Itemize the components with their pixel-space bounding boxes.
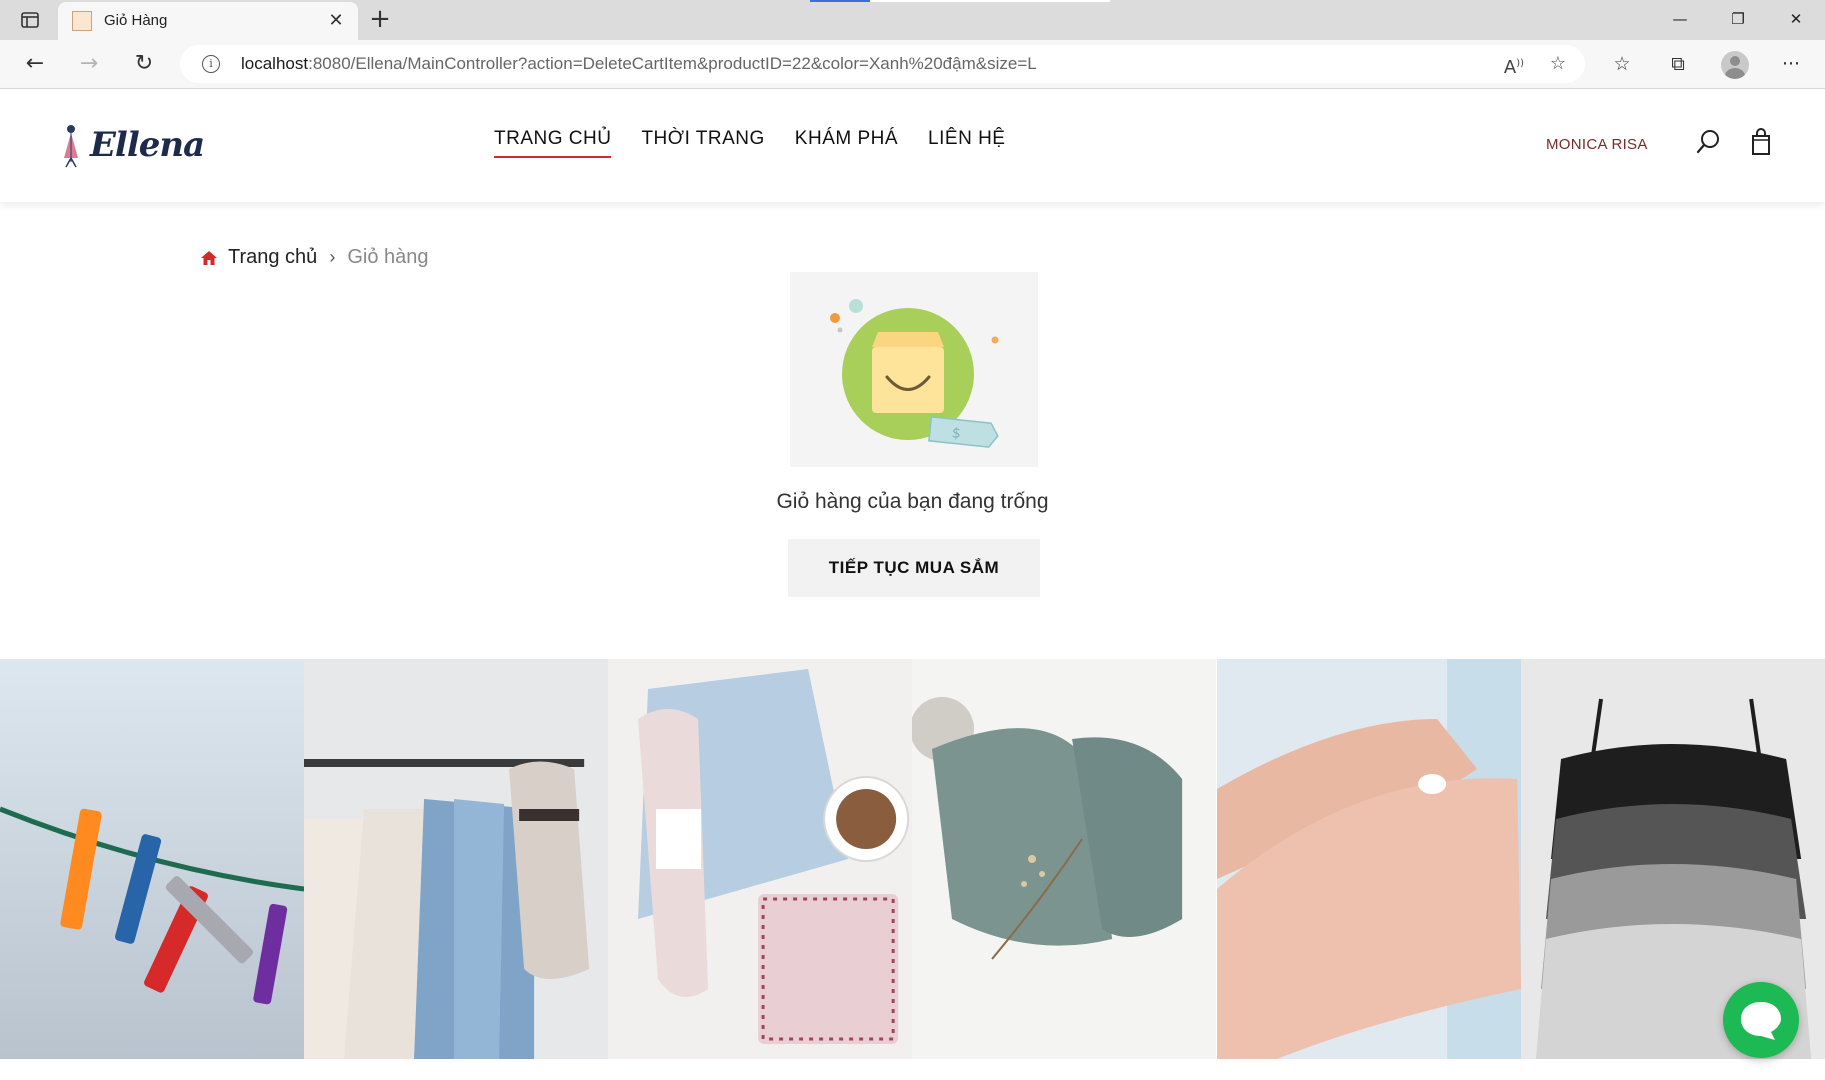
back-icon[interactable]: ← <box>22 51 48 77</box>
more-menu-icon[interactable]: ··· <box>1778 51 1804 77</box>
nav-explore[interactable]: KHÁM PHÁ <box>795 128 898 158</box>
refresh-icon[interactable]: ↻ <box>131 51 157 77</box>
browser-address-bar: ← → ↻ i localhost:8080/Ellena/MainContro… <box>0 40 1825 89</box>
site-header: Ellena TRANG CHỦ THỜI TRANG KHÁM PHÁ LIÊ… <box>0 90 1825 202</box>
collections-icon[interactable]: ⧉ <box>1665 51 1691 77</box>
empty-cart-message: Giỏ hàng của bạn đang trống <box>776 490 1049 513</box>
site-info-icon[interactable]: i <box>202 55 220 73</box>
svg-text:$: $ <box>951 425 962 442</box>
gallery-image-clothespins[interactable] <box>0 659 305 1059</box>
new-tab-icon[interactable]: + <box>368 6 392 32</box>
favorites-icon[interactable]: ☆ <box>1609 51 1635 77</box>
close-window-icon[interactable]: ✕ <box>1767 0 1825 40</box>
read-aloud-icon[interactable]: A)) <box>1502 52 1526 78</box>
tab-actions-icon[interactable] <box>20 10 40 30</box>
gallery-image-hands-cream[interactable] <box>1216 659 1521 1059</box>
forward-icon[interactable]: → <box>76 51 102 77</box>
profile-avatar[interactable] <box>1721 51 1749 79</box>
minimize-icon[interactable]: — <box>1651 0 1709 40</box>
breadcrumb-current: Giỏ hàng <box>347 246 429 268</box>
tab-close-icon[interactable]: ✕ <box>326 11 346 31</box>
restore-icon[interactable]: ❐ <box>1709 0 1767 40</box>
url-text[interactable]: localhost:8080/Ellena/MainController?act… <box>241 54 1037 74</box>
chat-icon <box>1741 1002 1781 1040</box>
browser-tab-bar: Giỏ Hàng ✕ + — ❐ ✕ <box>0 0 1825 40</box>
gallery-image-knit-hat[interactable] <box>912 659 1217 1059</box>
empty-cart-illustration: $ <box>790 272 1038 467</box>
breadcrumb: Trang chủ › Giỏ hàng <box>200 246 428 269</box>
site-logo[interactable]: Ellena <box>56 120 205 170</box>
logo-text: Ellena <box>90 125 205 165</box>
window-controls: — ❐ ✕ <box>1651 0 1825 40</box>
home-icon <box>201 250 217 265</box>
live-chat-button[interactable] <box>1723 982 1799 1058</box>
continue-shopping-button[interactable]: TIẾP TỤC MUA SẮM <box>788 539 1040 597</box>
breadcrumb-home-link[interactable]: Trang chủ <box>228 246 317 269</box>
loading-indicator <box>810 0 1110 2</box>
browser-tab[interactable]: Giỏ Hàng ✕ <box>58 2 358 40</box>
url-field[interactable]: i localhost:8080/Ellena/MainController?a… <box>180 45 1585 83</box>
logo-figure-icon <box>64 125 78 168</box>
nav-home[interactable]: TRANG CHỦ <box>494 128 612 158</box>
gallery-image-yarn-jeans[interactable] <box>608 659 913 1059</box>
main-nav: TRANG CHỦ THỜI TRANG KHÁM PHÁ LIÊN HỆ <box>494 128 1005 158</box>
chevron-right-icon: › <box>329 247 336 267</box>
nav-contact[interactable]: LIÊN HỆ <box>928 128 1005 158</box>
search-icon[interactable] <box>1695 128 1723 156</box>
shopping-bag-icon[interactable] <box>1747 128 1775 156</box>
gallery-image-clothes-rack[interactable] <box>304 659 609 1059</box>
add-favorite-icon[interactable]: ☆ <box>1546 52 1570 76</box>
image-gallery <box>0 659 1825 1059</box>
site-favicon-icon <box>72 11 92 31</box>
user-account-link[interactable]: MONICA RISA <box>1546 136 1648 153</box>
nav-fashion[interactable]: THỜI TRANG <box>641 128 764 158</box>
tab-title: Giỏ Hàng <box>104 12 168 29</box>
